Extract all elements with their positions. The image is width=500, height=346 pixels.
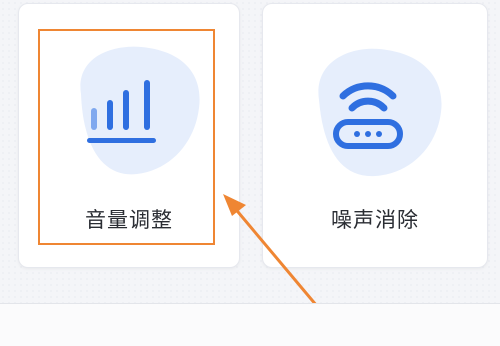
noise-cancel-router-icon [333, 82, 403, 149]
volume-bar-1 [91, 108, 97, 130]
bottom-panel [0, 303, 500, 346]
volume-baseline [87, 138, 156, 143]
volume-bar-3 [123, 90, 129, 130]
noise-cancel-card[interactable]: 噪声消除 [262, 3, 488, 268]
router-dot-2 [365, 131, 371, 137]
volume-bar-4 [144, 80, 150, 130]
signal-arc-outer [339, 82, 397, 100]
volume-adjust-card[interactable]: 音量调整 [18, 3, 240, 268]
noise-cancel-label: 噪声消除 [331, 208, 419, 232]
router-dot-1 [354, 131, 360, 137]
volume-bar-2 [107, 100, 113, 130]
volume-bars-icon [87, 80, 156, 143]
router-dot-3 [376, 131, 382, 137]
signal-arc-inner [348, 97, 388, 112]
volume-adjust-label: 音量调整 [85, 208, 173, 232]
